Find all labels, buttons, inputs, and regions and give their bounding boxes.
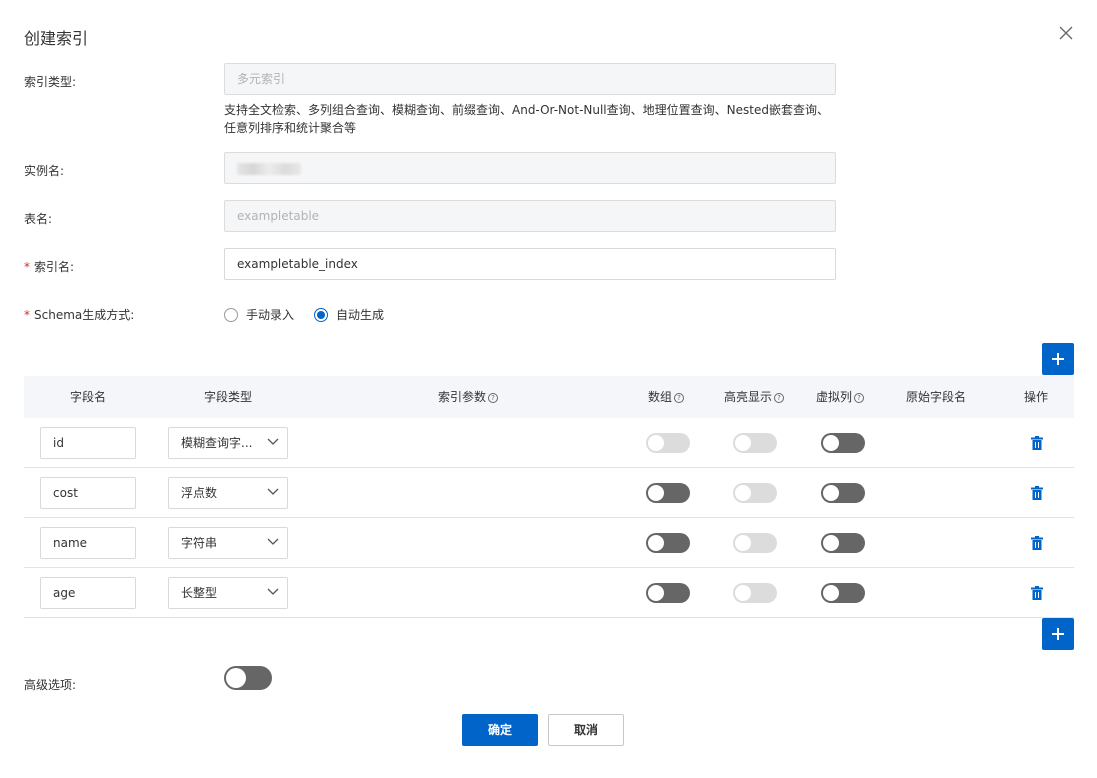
delete-icon[interactable] xyxy=(1031,535,1043,550)
index-type-description: 支持全文检索、多列组合查询、模糊查询、前缀查询、And-Or-Not-Null查… xyxy=(224,103,829,135)
highlight-toggle xyxy=(733,583,777,603)
header-array: 数组? xyxy=(644,376,688,418)
required-mark: * xyxy=(24,308,30,322)
field-name-input[interactable]: name xyxy=(40,527,136,559)
header-highlight: 高亮显示? xyxy=(722,376,786,418)
help-icon[interactable]: ? xyxy=(674,392,684,403)
header-field-name: 字段名 xyxy=(69,390,106,404)
chevron-down-icon xyxy=(267,438,279,445)
advanced-options-label: 高级选项: xyxy=(24,678,77,692)
instance-field xyxy=(224,152,836,184)
table-name-field: exampletable xyxy=(224,200,836,232)
help-icon[interactable]: ? xyxy=(774,392,784,403)
field-name-input[interactable]: id xyxy=(40,427,136,459)
confirm-button[interactable]: 确定 xyxy=(462,714,538,746)
table-name-label: 表名: xyxy=(24,212,53,226)
field-type-value: 长整型 xyxy=(181,586,218,600)
field-type-select[interactable]: 字符串 xyxy=(168,527,288,559)
array-toggle[interactable] xyxy=(646,483,690,503)
table-row: age 长整型 xyxy=(24,568,1074,618)
radio-manual[interactable]: 手动录入 xyxy=(224,306,294,323)
help-icon[interactable]: ? xyxy=(854,392,864,403)
delete-icon[interactable] xyxy=(1031,435,1043,450)
field-type-value: 浮点数 xyxy=(181,486,218,500)
virtual-column-toggle[interactable] xyxy=(821,433,865,453)
array-toggle xyxy=(646,433,690,453)
field-type-select[interactable]: 浮点数 xyxy=(168,477,288,509)
advanced-options-toggle[interactable] xyxy=(224,666,272,690)
chevron-down-icon xyxy=(267,538,279,545)
highlight-toggle xyxy=(733,533,777,553)
radio-manual-label: 手动录入 xyxy=(246,308,295,322)
chevron-down-icon xyxy=(267,488,279,495)
help-icon[interactable]: ? xyxy=(488,392,498,403)
header-index-params: 索引参数? xyxy=(428,376,508,418)
radio-auto-label: 自动生成 xyxy=(336,308,385,322)
required-mark: * xyxy=(24,260,30,274)
index-type-label: 索引类型: xyxy=(24,75,77,89)
redacted-instance-value xyxy=(237,162,301,175)
field-name-input[interactable]: age xyxy=(40,577,136,609)
table-row: id 模糊查询字... xyxy=(24,418,1074,468)
close-icon[interactable] xyxy=(1059,26,1075,42)
field-type-select[interactable]: 长整型 xyxy=(168,577,288,609)
delete-icon[interactable] xyxy=(1031,485,1043,500)
array-toggle[interactable] xyxy=(646,533,690,553)
index-type-field: 多元索引 xyxy=(224,63,836,95)
instance-label: 实例名: xyxy=(24,164,65,178)
virtual-column-toggle[interactable] xyxy=(821,583,865,603)
radio-circle[interactable] xyxy=(224,307,238,322)
virtual-column-toggle[interactable] xyxy=(821,533,865,553)
highlight-toggle xyxy=(733,483,777,503)
virtual-column-toggle[interactable] xyxy=(821,483,865,503)
index-name-label: * 索引名: xyxy=(24,260,75,274)
header-original-field: 原始字段名 xyxy=(905,390,966,404)
field-type-select[interactable]: 模糊查询字... xyxy=(168,427,288,459)
add-field-button-top[interactable] xyxy=(1042,343,1074,375)
cancel-button[interactable]: 取消 xyxy=(548,714,624,746)
table-header: 字段名 字段类型 索引参数? 数组? 高亮显示? 虚拟列? 原始字段名 操作 xyxy=(24,376,1074,418)
radio-circle-selected[interactable] xyxy=(314,307,329,322)
create-index-dialog: 创建索引 索引类型: 多元索引 支持全文检索、多列组合查询、模糊查询、前缀查询、… xyxy=(0,0,1097,778)
field-type-value: 字符串 xyxy=(181,536,218,550)
index-name-input[interactable]: exampletable_index xyxy=(224,248,836,280)
header-field-type: 字段类型 xyxy=(203,390,252,404)
chevron-down-icon xyxy=(267,588,279,595)
highlight-toggle xyxy=(733,433,777,453)
plus-icon xyxy=(1052,628,1064,640)
field-type-value: 模糊查询字... xyxy=(181,436,253,450)
table-row: name 字符串 xyxy=(24,518,1074,568)
plus-icon xyxy=(1052,353,1064,365)
radio-auto[interactable]: 自动生成 xyxy=(314,306,384,323)
header-actions: 操作 xyxy=(1023,390,1048,404)
table-row: cost 浮点数 xyxy=(24,468,1074,518)
field-table: 字段名 字段类型 索引参数? 数组? 高亮显示? 虚拟列? 原始字段名 操作 i… xyxy=(24,376,1074,618)
array-toggle[interactable] xyxy=(646,583,690,603)
header-virtual: 虚拟列? xyxy=(814,376,866,418)
schema-mode-radio-group: 手动录入 自动生成 xyxy=(224,306,404,323)
delete-icon[interactable] xyxy=(1031,585,1043,600)
schema-mode-label: * Schema生成方式: xyxy=(24,308,135,322)
field-name-input[interactable]: cost xyxy=(40,477,136,509)
dialog-title: 创建索引 xyxy=(24,29,89,48)
add-field-button-bottom[interactable] xyxy=(1042,618,1074,650)
